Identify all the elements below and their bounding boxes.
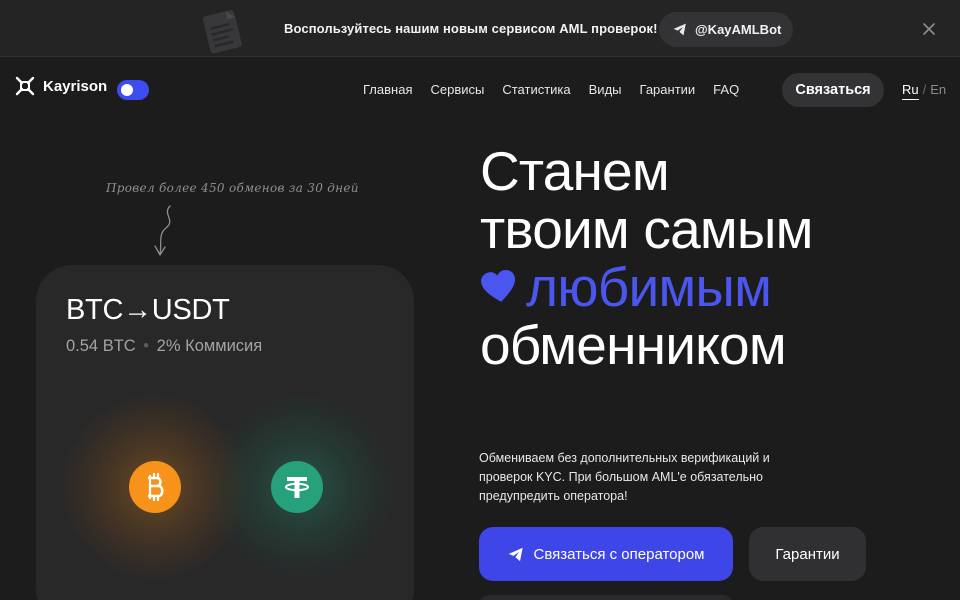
aml-bot-handle: @KayAMLBot (695, 22, 782, 37)
exchange-commission: 2% Коммисия (156, 337, 263, 355)
hero-heading: Станем твоим самым любимым обменником (480, 142, 813, 374)
nav-item-guarantees[interactable]: Гарантии (640, 82, 696, 97)
exchange-meta: 0.54 BTC • 2% Коммисия (66, 337, 262, 356)
tether-coin (271, 461, 323, 513)
telegram-icon (508, 547, 523, 561)
logo[interactable]: Kayrison (15, 76, 107, 96)
hero-description: Обмениваем без дополнительных верификаци… (479, 451, 770, 503)
close-icon (923, 23, 935, 35)
hero-line-4: обменником (480, 314, 787, 376)
exchange-pair: BTC→USDT (66, 294, 230, 326)
lang-separator: / (922, 82, 927, 97)
nav-item-services[interactable]: Сервисы (430, 82, 484, 97)
hero-line-2: твоим самым (480, 198, 813, 260)
handwritten-note: Провел более 450 обменов за 30 дней (106, 181, 359, 195)
nav-item-home[interactable]: Главная (363, 82, 412, 97)
nav-item-faq[interactable]: FAQ (713, 82, 739, 97)
telegram-icon (673, 23, 686, 36)
toggle-knob (121, 84, 133, 96)
hero-line-1: Станем (480, 140, 670, 202)
arrow-doodle-icon (154, 205, 171, 256)
hero-line-3: любимым (480, 258, 813, 316)
contact-button[interactable]: Связаться (782, 73, 884, 107)
nav-item-statistics[interactable]: Статистика (502, 82, 570, 97)
contact-operator-label: Связаться с оператором (533, 545, 705, 563)
main-nav: Главная Сервисы Статистика Виды Гарантии… (363, 82, 739, 97)
tether-icon (285, 477, 309, 498)
meta-separator: • (143, 337, 150, 355)
language-switcher: Ru / En (902, 82, 946, 100)
aml-bot-link[interactable]: @KayAMLBot (659, 12, 793, 47)
nav-item-types[interactable]: Виды (589, 82, 622, 97)
document-icon (202, 10, 242, 54)
bitcoin-icon (148, 472, 164, 502)
lang-en[interactable]: En (930, 82, 946, 100)
hero-accent-word: любимым (526, 256, 772, 318)
lang-ru[interactable]: Ru (902, 82, 919, 100)
announcement-banner: Воспользуйтесь нашим новым сервисом AML … (0, 0, 960, 57)
logo-text: Kayrison (43, 77, 108, 95)
exchange-amount: 0.54 BTC (66, 337, 136, 355)
theme-toggle[interactable] (117, 80, 149, 100)
heart-icon (481, 270, 515, 302)
guarantees-button[interactable]: Гарантии (749, 527, 866, 581)
kayrison-logo-icon (15, 76, 35, 96)
secondary-action-partial (479, 595, 733, 600)
bitcoin-coin (129, 461, 181, 513)
contact-operator-button[interactable]: Связаться с оператором (479, 527, 733, 581)
banner-text: Воспользуйтесь нашим новым сервисом AML … (284, 21, 658, 36)
banner-close-button[interactable] (918, 18, 940, 40)
